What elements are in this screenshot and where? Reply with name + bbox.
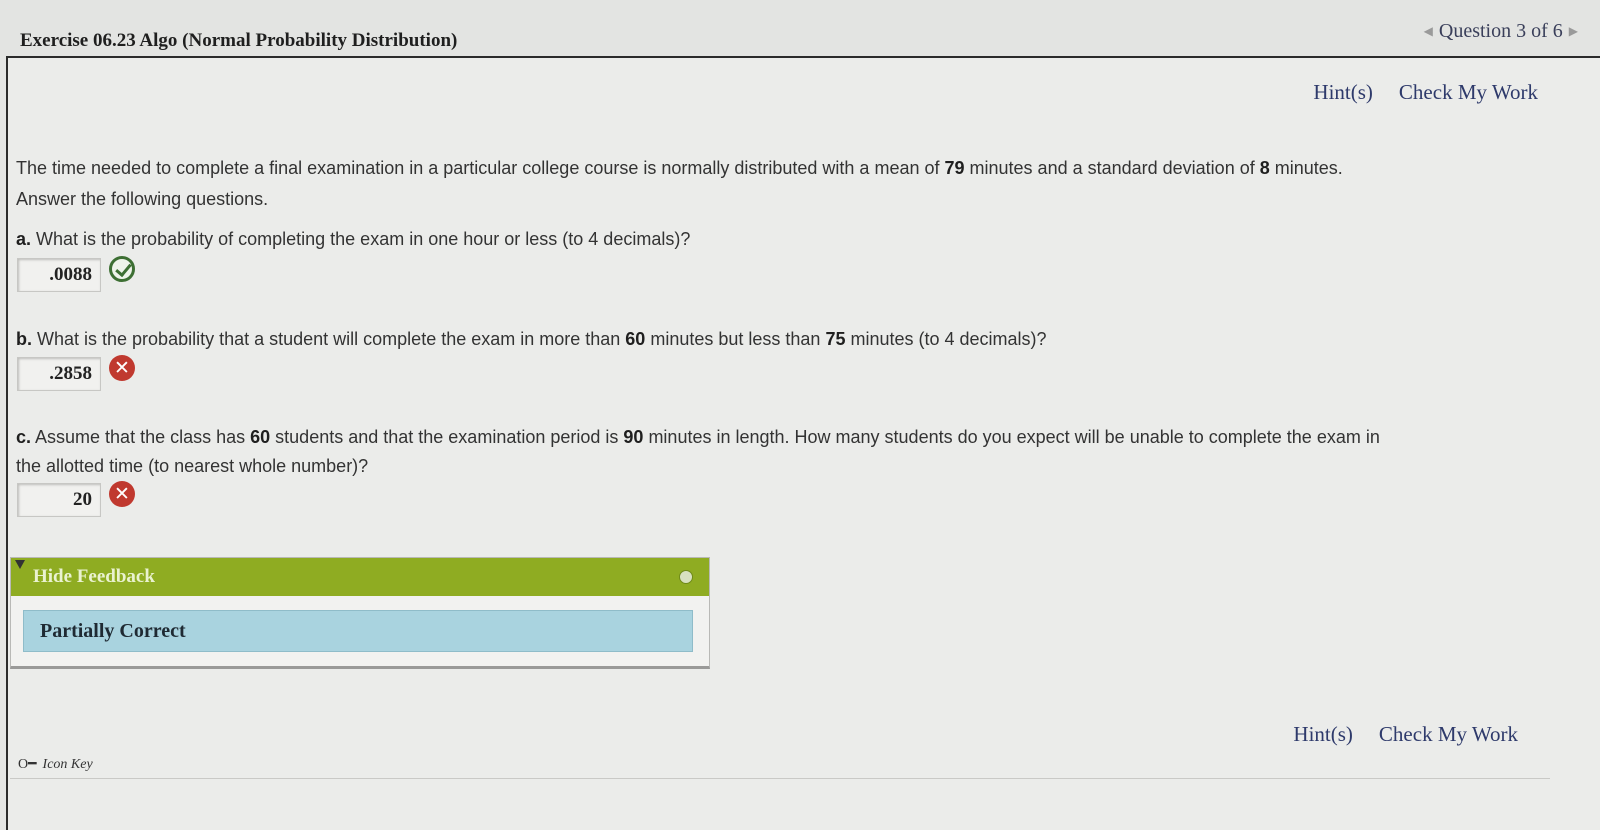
part-b-text: minutes but less than bbox=[645, 329, 826, 349]
question-counter: Question 3 of 6 bbox=[1438, 20, 1563, 42]
part-c-text: Assume that the class has bbox=[31, 427, 251, 447]
intro-line-2: Answer the following questions. bbox=[16, 189, 269, 209]
part-c-value-1: 60 bbox=[250, 427, 271, 447]
hide-feedback-label: Hide Feedback bbox=[33, 566, 155, 587]
part-a-letter: a. bbox=[16, 229, 32, 249]
part-b-text: What is the probability that a student w… bbox=[32, 329, 626, 349]
feedback-result: Partially Correct bbox=[23, 610, 693, 652]
intro-text: The time needed to complete a final exam… bbox=[16, 158, 945, 178]
part-b-question: b. What is the probability that a studen… bbox=[16, 324, 1047, 354]
check-circle-icon bbox=[109, 256, 135, 282]
feedback-panel: Hide Feedback Partially Correct bbox=[10, 557, 710, 669]
key-icon: O━ bbox=[18, 757, 37, 772]
footer-divider bbox=[10, 778, 1550, 779]
part-b-value-2: 75 bbox=[825, 329, 846, 349]
part-c-text: minutes in length. How many students do … bbox=[643, 427, 1380, 447]
triangle-left-icon[interactable]: ◀ bbox=[1424, 24, 1433, 39]
hints-link[interactable]: Hint(s) bbox=[1313, 80, 1373, 105]
part-c-letter: c. bbox=[16, 427, 32, 447]
hints-link[interactable]: Hint(s) bbox=[1293, 722, 1353, 747]
collapse-triangle-icon bbox=[15, 560, 25, 569]
part-a-question: a. What is the probability of completing… bbox=[16, 224, 690, 254]
part-a-text: What is the probability of completing th… bbox=[31, 229, 691, 249]
hide-feedback-toggle[interactable]: Hide Feedback bbox=[11, 558, 709, 596]
intro-text: minutes and a standard deviation of bbox=[964, 158, 1260, 178]
pin-icon[interactable] bbox=[679, 570, 693, 584]
part-c-value-2: 90 bbox=[623, 427, 644, 447]
part-b-letter: b. bbox=[16, 329, 32, 349]
x-circle-icon: ✕ bbox=[109, 355, 135, 381]
sd-value: 8 bbox=[1259, 158, 1270, 178]
part-c-text: students and that the examination period… bbox=[270, 427, 624, 447]
triangle-right-icon[interactable]: ▶ bbox=[1569, 24, 1578, 39]
part-b-answer-field[interactable]: .2858 bbox=[17, 357, 101, 391]
part-c-question-line-2: the allotted time (to nearest whole numb… bbox=[16, 456, 369, 476]
check-my-work-link[interactable]: Check My Work bbox=[1399, 80, 1538, 105]
part-c-question-line-1: c. Assume that the class has 60 students… bbox=[16, 422, 1380, 452]
part-c-answer-row: 20 ✕ bbox=[17, 481, 135, 517]
top-links: Hint(s) Check My Work bbox=[1313, 80, 1538, 105]
part-a-answer-field[interactable]: .0088 bbox=[17, 258, 101, 292]
question-navigator: ◀ Question 3 of 6 ▶ bbox=[1424, 20, 1578, 43]
icon-key-label: Icon Key bbox=[42, 756, 93, 772]
bottom-links: Hint(s) Check My Work bbox=[1293, 722, 1518, 747]
intro-text: minutes. bbox=[1269, 158, 1343, 178]
part-b-value-1: 60 bbox=[625, 329, 646, 349]
part-b-text: minutes (to 4 decimals)? bbox=[845, 329, 1047, 349]
check-my-work-link[interactable]: Check My Work bbox=[1379, 722, 1518, 747]
part-b-answer-row: .2858 ✕ bbox=[17, 355, 135, 391]
top-bar: Exercise 06.23 Algo (Normal Probability … bbox=[0, 0, 1600, 56]
exercise-title: Exercise 06.23 Algo (Normal Probability … bbox=[20, 30, 458, 51]
part-a-answer-row: .0088 bbox=[17, 256, 135, 292]
part-c-answer-field[interactable]: 20 bbox=[17, 483, 101, 517]
intro-line-1: The time needed to complete a final exam… bbox=[16, 153, 1343, 183]
mean-value: 79 bbox=[944, 158, 965, 178]
icon-key-link[interactable]: O━ Icon Key bbox=[18, 756, 93, 773]
x-circle-icon: ✕ bbox=[109, 481, 135, 507]
